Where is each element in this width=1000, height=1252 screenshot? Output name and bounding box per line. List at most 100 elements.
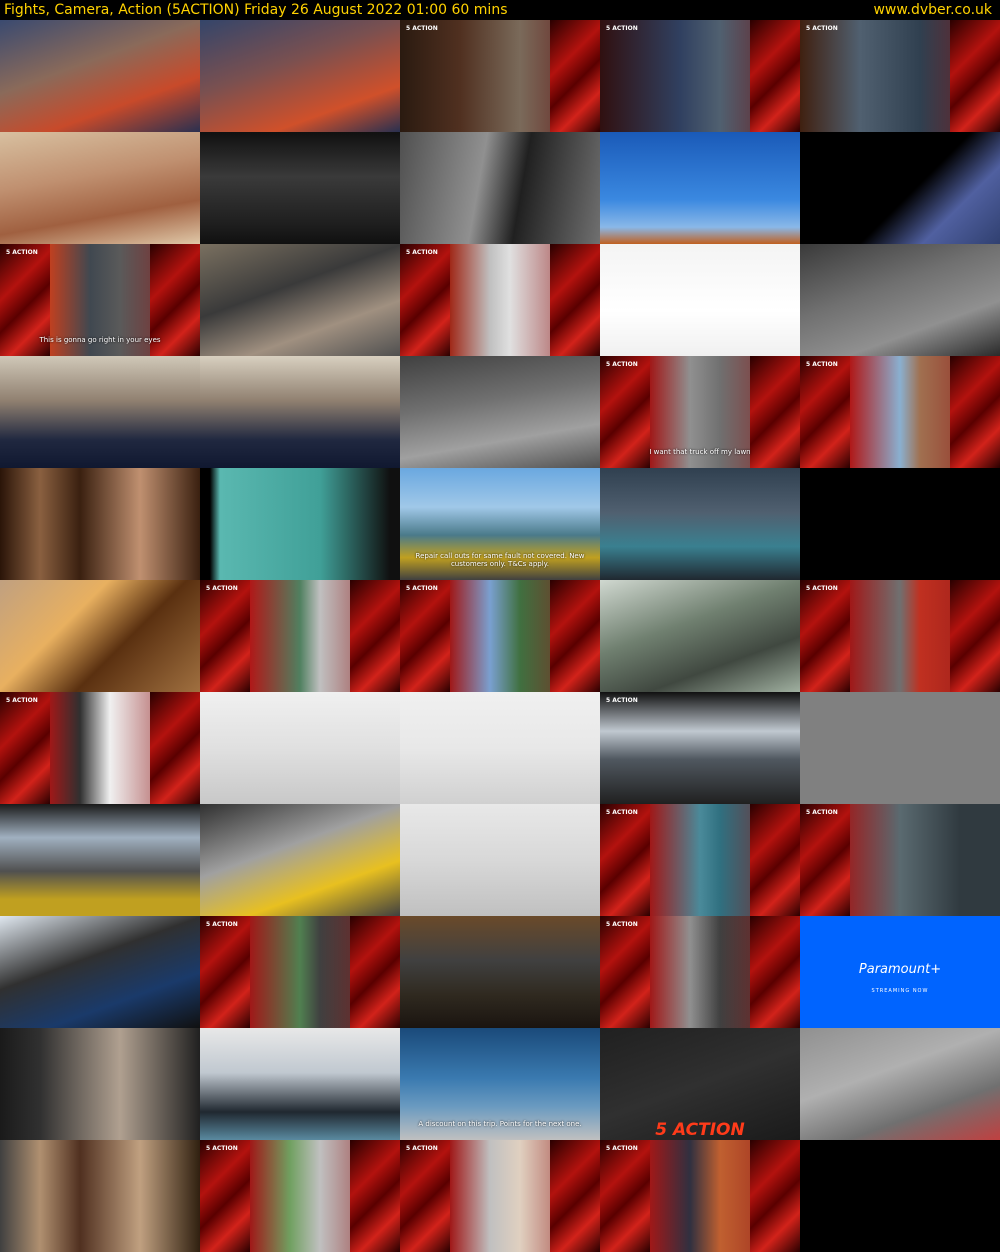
channel-logo: 5 ACTION: [406, 249, 438, 256]
thumbnail-31[interactable]: [200, 692, 400, 804]
thumbnail-6[interactable]: [200, 132, 400, 244]
thumbnail-25[interactable]: [0, 580, 200, 692]
thumbnail-2[interactable]: 5 ACTION: [400, 20, 600, 132]
action-x-graphic: [800, 580, 850, 692]
thumbnail-54[interactable]: [800, 1140, 1000, 1252]
subtitle-caption: Repair call outs for same fault not cove…: [415, 552, 585, 568]
thumbnail-7[interactable]: [400, 132, 600, 244]
action-x-graphic: [600, 804, 650, 916]
thumbnail-26[interactable]: 5 ACTION: [200, 580, 400, 692]
thumbnail-27[interactable]: 5 ACTION: [400, 580, 600, 692]
channel-logo: 5 ACTION: [406, 25, 438, 32]
channel-logo: 5 ACTION: [606, 361, 638, 368]
thumbnail-20[interactable]: [0, 468, 200, 580]
thumbnail-9[interactable]: [800, 132, 1000, 244]
thumbnail-29[interactable]: 5 ACTION: [800, 580, 1000, 692]
thumbnail-43[interactable]: 5 ACTION: [600, 916, 800, 1028]
action-x-graphic: [150, 692, 200, 804]
subtitle-caption: This is gonna go right in your eyes: [39, 336, 161, 344]
thumbnail-51[interactable]: 5 ACTION: [200, 1140, 400, 1252]
channel-logo: 5 ACTION: [206, 921, 238, 928]
action-x-graphic: [750, 916, 800, 1028]
thumbnail-30[interactable]: 5 ACTION: [0, 692, 200, 804]
thumbnail-45[interactable]: [0, 1028, 200, 1140]
thumbnail-13[interactable]: [600, 244, 800, 356]
thumbnail-47[interactable]: A discount on this trip. Points for the …: [400, 1028, 600, 1140]
thumbnail-33[interactable]: 5 ACTION: [600, 692, 800, 804]
action-x-graphic: [750, 20, 800, 132]
action-x-graphic: [350, 580, 400, 692]
action-x-graphic: [400, 244, 450, 356]
thumbnail-44[interactable]: Paramount+ STREAMING NOW: [800, 916, 1000, 1028]
thumbnail-39[interactable]: 5 ACTION: [800, 804, 1000, 916]
thumbnail-42[interactable]: [400, 916, 600, 1028]
thumbnail-36[interactable]: [200, 804, 400, 916]
action-x-graphic: [600, 1140, 650, 1252]
action-x-graphic: [600, 916, 650, 1028]
action-x-graphic: [800, 356, 850, 468]
channel-logo: 5 ACTION: [6, 249, 38, 256]
action-x-graphic: [550, 20, 600, 132]
action-x-graphic: [400, 1140, 450, 1252]
thumbnail-38[interactable]: 5 ACTION: [600, 804, 800, 916]
subtitle-caption: A discount on this trip. Points for the …: [418, 1120, 582, 1128]
thumbnail-28[interactable]: [600, 580, 800, 692]
thumbnail-37[interactable]: [400, 804, 600, 916]
thumbnail-14[interactable]: [800, 244, 1000, 356]
thumbnail-50[interactable]: [0, 1140, 200, 1252]
channel-logo: 5 ACTION: [606, 809, 638, 816]
channel-logo: 5 ACTION: [6, 697, 38, 704]
action-x-graphic: [200, 580, 250, 692]
thumbnail-24[interactable]: [800, 468, 1000, 580]
action-x-graphic: [750, 1140, 800, 1252]
action-x-graphic: [550, 244, 600, 356]
thumbnail-53[interactable]: 5 ACTION: [600, 1140, 800, 1252]
action-x-graphic: [350, 1140, 400, 1252]
channel-logo: 5 ACTION: [206, 585, 238, 592]
thumbnail-4[interactable]: 5 ACTION: [800, 20, 1000, 132]
thumbnail-10[interactable]: 5 ACTION This is gonna go right in your e…: [0, 244, 200, 356]
channel-logo: 5 ACTION: [806, 809, 838, 816]
channel-logo: 5 ACTION: [606, 697, 638, 704]
thumbnail-52[interactable]: 5 ACTION: [400, 1140, 600, 1252]
channel-logo: 5 ACTION: [406, 585, 438, 592]
thumbnail-17[interactable]: [400, 356, 600, 468]
thumbnail-0[interactable]: [0, 20, 200, 132]
channel-logo: 5 ACTION: [806, 25, 838, 32]
channel-logo: 5 ACTION: [606, 25, 638, 32]
thumbnail-40[interactable]: [0, 916, 200, 1028]
thumbnail-22[interactable]: Repair call outs for same fault not cove…: [400, 468, 600, 580]
thumbnail-11[interactable]: [200, 244, 400, 356]
action-x-graphic: [950, 356, 1000, 468]
channel-logo: 5 ACTION: [806, 361, 838, 368]
thumbnail-19[interactable]: 5 ACTION: [800, 356, 1000, 468]
action-x-graphic: [800, 804, 850, 916]
action-x-graphic: [200, 916, 250, 1028]
thumbnail-23[interactable]: [600, 468, 800, 580]
thumbnail-15[interactable]: [0, 356, 200, 468]
thumbnail-8[interactable]: [600, 132, 800, 244]
thumbnail-12[interactable]: 5 ACTION: [400, 244, 600, 356]
5action-logo: 5 ACTION: [655, 1120, 745, 1140]
action-x-graphic: [200, 1140, 250, 1252]
thumbnail-5[interactable]: [0, 132, 200, 244]
action-x-graphic: [0, 692, 50, 804]
thumbnail-41[interactable]: 5 ACTION: [200, 916, 400, 1028]
thumbnail-32[interactable]: [400, 692, 600, 804]
channel-logo: 5 ACTION: [606, 921, 638, 928]
action-x-graphic: [400, 580, 450, 692]
thumbnail-35[interactable]: [0, 804, 200, 916]
thumbnail-grid: 5 ACTION 5 ACTION 5 ACTION 5 ACTION This is …: [0, 20, 1000, 1252]
thumbnail-21[interactable]: [200, 468, 400, 580]
thumbnail-48[interactable]: 5 ACTION: [600, 1028, 800, 1140]
thumbnail-18[interactable]: 5 ACTION I want that truck off my lawn: [600, 356, 800, 468]
thumbnail-16[interactable]: [200, 356, 400, 468]
thumbnail-1[interactable]: [200, 20, 400, 132]
thumbnail-46[interactable]: [200, 1028, 400, 1140]
thumbnail-3[interactable]: 5 ACTION: [600, 20, 800, 132]
header-bar: Fights, Camera, Action (5ACTION) Friday …: [0, 0, 1000, 20]
thumbnail-34[interactable]: [800, 692, 1000, 804]
thumbnail-49[interactable]: [800, 1028, 1000, 1140]
site-link[interactable]: www.dvber.co.uk: [873, 0, 992, 20]
subtitle-caption: I want that truck off my lawn: [649, 448, 751, 456]
